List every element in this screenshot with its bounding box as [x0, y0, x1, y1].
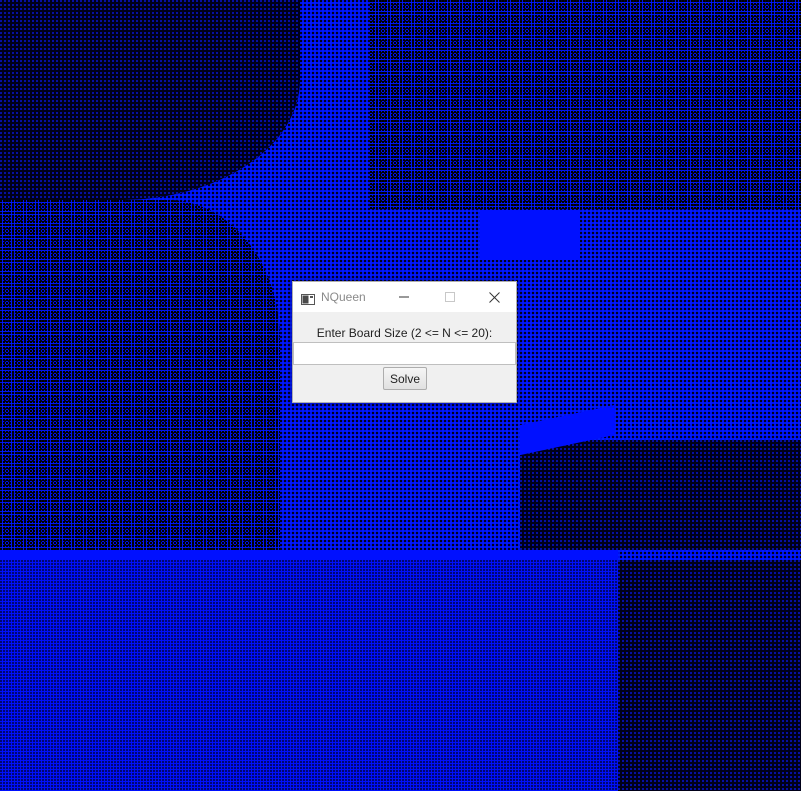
- desktop-pattern-region: [0, 560, 618, 791]
- window-content: Enter Board Size (2 <= N <= 20): Solve: [293, 312, 516, 402]
- title-bar[interactable]: NQueen: [293, 282, 516, 312]
- desktop-pattern-region: [520, 440, 801, 550]
- board-size-input[interactable]: [293, 342, 516, 365]
- maximize-icon: [445, 292, 455, 302]
- board-size-label: Enter Board Size (2 <= N <= 20):: [316, 326, 493, 340]
- maximize-button[interactable]: [427, 282, 473, 312]
- nqueen-window: NQueen Enter Board Size (2 <= N <= 20): …: [292, 281, 517, 403]
- window-title: NQueen: [321, 290, 366, 304]
- app-icon: [301, 292, 315, 305]
- minimize-icon: [399, 296, 409, 298]
- close-button[interactable]: [471, 282, 517, 312]
- solve-button[interactable]: Solve: [383, 367, 427, 390]
- close-icon: [488, 291, 500, 303]
- desktop-pattern-region: [0, 200, 280, 550]
- desktop-pattern-region: [0, 0, 300, 200]
- desktop-pattern-region: [480, 210, 580, 260]
- minimize-button[interactable]: [381, 282, 427, 312]
- desktop-pattern-region: [618, 560, 801, 791]
- desktop-pattern-region: [370, 0, 801, 210]
